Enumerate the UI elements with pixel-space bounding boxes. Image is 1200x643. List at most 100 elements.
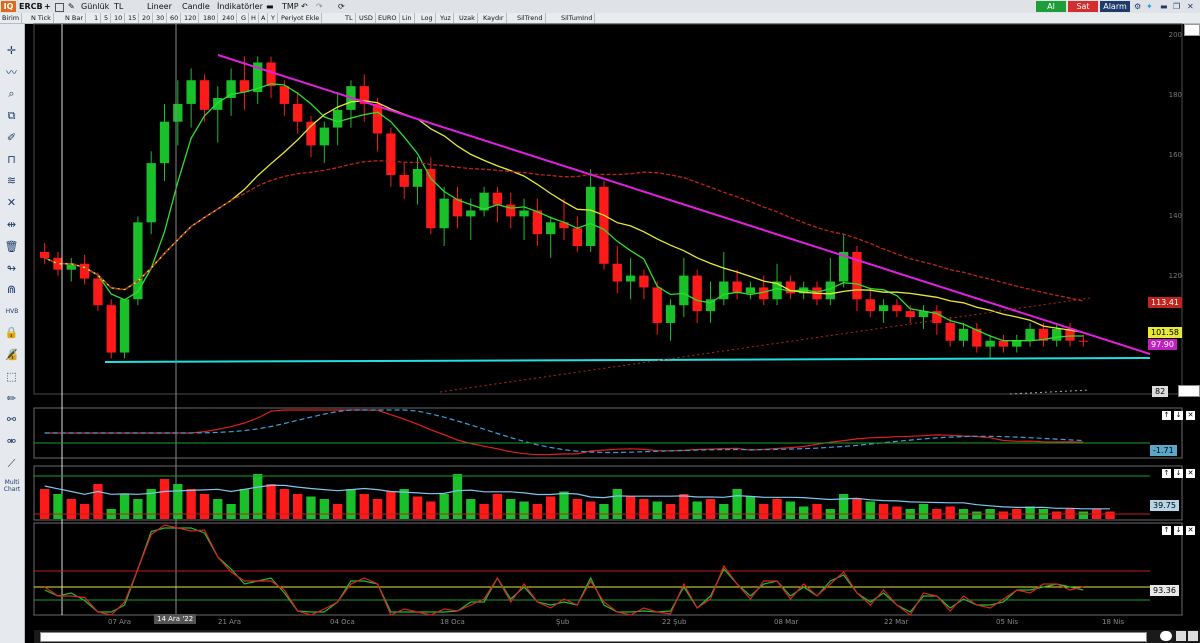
crosshair-icon[interactable]: ✛: [3, 44, 20, 58]
symbol-field[interactable]: ERCB: [19, 0, 43, 13]
fit-screen-button[interactable]: [1178, 385, 1200, 397]
interval-item[interactable]: 60: [168, 13, 182, 23]
pane-up-button[interactable]: ↑: [1162, 469, 1171, 478]
interval-item[interactable]: N Tick: [29, 13, 54, 23]
currency-selector[interactable]: TL: [114, 0, 123, 13]
interval-item[interactable]: Birim: [0, 13, 23, 23]
folder-icon[interactable]: ▬: [266, 0, 274, 13]
top-toolbar: IQ ERCB + ✎ Günlük TL Lineer Candle İndi…: [0, 0, 1200, 14]
volume-bar: [186, 489, 196, 519]
interval-item[interactable]: G: [239, 13, 250, 23]
lock-icon[interactable]: 🔒: [3, 326, 20, 340]
volume-bar: [159, 479, 170, 519]
minimize-icon[interactable]: ▬: [1160, 0, 1168, 13]
trash-icon[interactable]: 🗑: [3, 240, 20, 254]
candle-body: [612, 263, 622, 282]
refresh-icon[interactable]: ⟳: [338, 0, 345, 13]
indicators-menu[interactable]: İndikatörler: [217, 0, 263, 13]
twitter-icon[interactable]: ✦: [1146, 0, 1153, 13]
interval-item[interactable]: Yuz: [438, 13, 454, 23]
reset-zoom-icon[interactable]: [1160, 631, 1172, 641]
volume-bar: [985, 509, 995, 519]
interval-item[interactable]: 5: [102, 13, 112, 23]
candle-body: [346, 86, 356, 110]
interval-item[interactable]: TL: [343, 13, 356, 23]
interval-item[interactable]: 240: [220, 13, 238, 23]
wave-icon[interactable]: ⚮: [3, 435, 20, 449]
interval-item[interactable]: Uzak: [457, 13, 478, 23]
pane-down-button[interactable]: ↓: [1174, 469, 1183, 478]
volume-bar: [439, 494, 449, 519]
interval-item[interactable]: SilTumInd: [559, 13, 596, 23]
interval-item[interactable]: 10: [112, 13, 126, 23]
sell-button[interactable]: Sat: [1068, 1, 1098, 12]
volume-bar: [426, 501, 436, 519]
interval-item[interactable]: 15: [126, 13, 140, 23]
horizontal-line-icon[interactable]: ⊓: [3, 153, 20, 167]
line-chart-icon[interactable]: ⟋: [3, 457, 20, 471]
ruler-icon[interactable]: ✐: [3, 131, 20, 145]
pane-up-button[interactable]: ↑: [1162, 411, 1171, 420]
pane-down-button[interactable]: ↓: [1174, 526, 1183, 535]
interval-item[interactable]: SilTrend: [515, 13, 546, 23]
interval-item[interactable]: Log: [419, 13, 436, 23]
trend-tool-icon[interactable]: 〰: [3, 66, 20, 80]
interval-item[interactable]: 180: [201, 13, 219, 23]
interval-item[interactable]: A: [259, 13, 269, 23]
undo-icon[interactable]: ↶: [301, 0, 308, 13]
interval-item[interactable]: EURO: [376, 13, 400, 23]
panel-settings-button[interactable]: [1184, 24, 1200, 36]
scroll-right-icon[interactable]: [1188, 631, 1198, 641]
interval-item[interactable]: 30: [154, 13, 168, 23]
chart-canvas[interactable]: [0, 0, 1200, 643]
buy-button[interactable]: Al: [1036, 1, 1066, 12]
candle-body: [639, 275, 649, 288]
fib-icon[interactable]: ✕: [3, 196, 20, 210]
interval-item[interactable]: Kaydır: [481, 13, 507, 23]
gear-icon[interactable]: ⚙: [1134, 0, 1141, 13]
lock-drawings-icon[interactable]: 🔏: [3, 348, 20, 362]
interval-item[interactable]: Y: [269, 13, 278, 23]
restore-icon[interactable]: ❐: [1173, 0, 1180, 13]
close-icon[interactable]: ✕: [1187, 0, 1194, 13]
interval-item[interactable]: H: [249, 13, 259, 23]
pane-close-button[interactable]: ✕: [1186, 469, 1195, 478]
pattern-icon[interactable]: ⚯: [3, 413, 20, 427]
hvb-label[interactable]: HVB: [1, 308, 23, 315]
edit-icon[interactable]: ✎: [68, 0, 75, 13]
alarm-button[interactable]: Alarm: [1100, 1, 1130, 12]
multichart-label[interactable]: Multi Chart: [1, 479, 23, 493]
period-selector[interactable]: Günlük: [81, 0, 109, 13]
scale-selector[interactable]: Lineer: [147, 0, 172, 13]
template-button[interactable]: TMP: [282, 0, 299, 13]
pane-close-button[interactable]: ✕: [1186, 411, 1195, 420]
pane-down-button[interactable]: ↓: [1174, 411, 1183, 420]
horizontal-scrollbar[interactable]: [40, 632, 1147, 642]
candle-body: [359, 86, 369, 104]
interval-item[interactable]: 20: [140, 13, 154, 23]
interval-item[interactable]: Lin: [400, 13, 415, 23]
interval-item[interactable]: Periyot Ekle: [279, 13, 323, 23]
zoom-icon[interactable]: ⌕: [3, 87, 20, 101]
interval-item[interactable]: N Bar: [63, 13, 87, 23]
candle-body: [905, 311, 915, 318]
channel-icon[interactable]: ≋: [3, 174, 20, 188]
link-icon[interactable]: [55, 3, 64, 12]
chart-type-selector[interactable]: Candle: [182, 0, 210, 13]
measure-icon[interactable]: ⇹: [3, 218, 20, 232]
pane-close-button[interactable]: ✕: [1186, 526, 1195, 535]
redo-icon[interactable]: ↷: [316, 0, 323, 13]
select-area-icon[interactable]: ⬚: [3, 370, 20, 384]
interval-item[interactable]: USD: [357, 13, 376, 23]
magnet-icon[interactable]: ⋒: [3, 283, 20, 297]
add-symbol-button[interactable]: +: [44, 0, 51, 13]
interval-item[interactable]: 120: [182, 13, 200, 23]
arrow-tool-icon[interactable]: ↬: [3, 262, 20, 276]
interval-item[interactable]: 1: [92, 13, 102, 23]
scroll-left-icon[interactable]: [1176, 631, 1186, 641]
candle-body: [279, 86, 290, 104]
x-label: 22 Mar: [884, 618, 909, 626]
brush-icon[interactable]: ✏: [3, 392, 20, 406]
pane-up-button[interactable]: ↑: [1162, 526, 1171, 535]
zoom-area-icon[interactable]: ⧉: [3, 109, 20, 123]
